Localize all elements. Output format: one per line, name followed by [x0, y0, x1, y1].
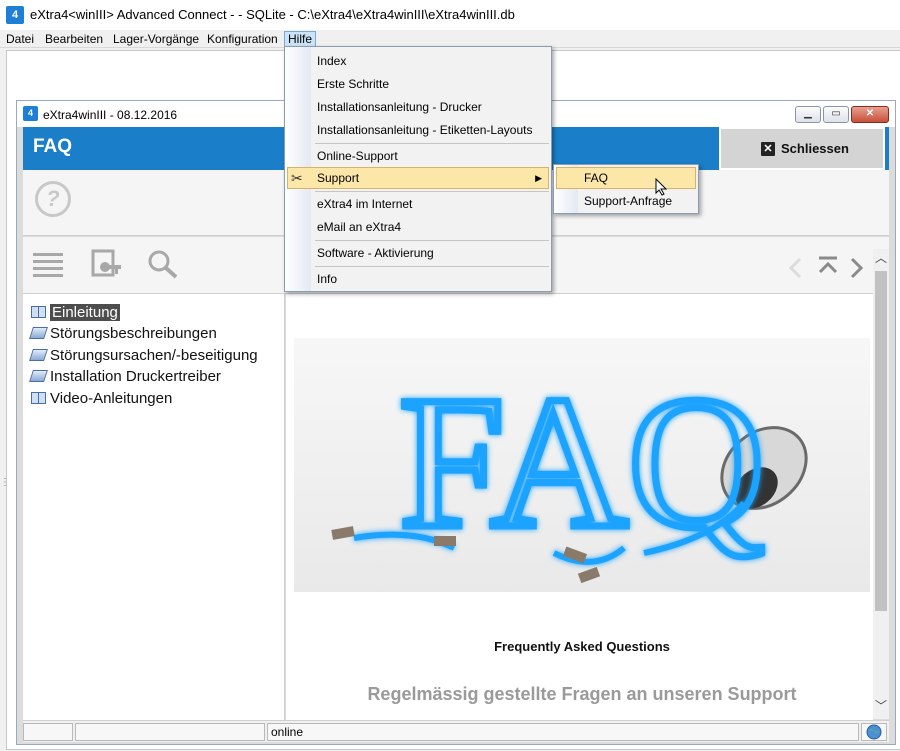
- menu-item-info[interactable]: Info: [287, 268, 549, 290]
- faq-neon-image: FAQ: [294, 338, 870, 592]
- menu-hilfe[interactable]: Hilfe: [284, 31, 317, 47]
- tree-item-label: Störungsbeschreibungen: [50, 325, 217, 342]
- status-connection: online: [267, 723, 859, 741]
- menu-item-installation-etiketten[interactable]: Installationsanleitung - Etiketten-Layou…: [287, 119, 549, 141]
- tree-item-label: Video-Anleitungen: [50, 390, 173, 407]
- tree-item-label: Einleitung: [50, 304, 120, 321]
- open-book-icon: [31, 306, 46, 318]
- open-book-icon: [31, 392, 46, 404]
- support-submenu: FAQ Support-Anfrage: [553, 164, 699, 214]
- submenu-item-faq[interactable]: FAQ: [556, 167, 696, 189]
- splitter-grip-icon[interactable]: ⋮: [0, 478, 10, 500]
- close-x-icon: ✕: [761, 142, 775, 156]
- extra4-window-icon: 4: [23, 106, 38, 121]
- menu-datei[interactable]: Datei: [3, 31, 37, 47]
- menu-item-installation-drucker[interactable]: Installationsanleitung - Drucker: [287, 96, 549, 118]
- menu-separator: [315, 191, 549, 192]
- status-cell-1: [23, 723, 73, 741]
- menu-separator: [315, 266, 549, 267]
- submenu-item-support-anfrage[interactable]: Support-Anfrage: [556, 190, 696, 212]
- key-document-icon[interactable]: [91, 249, 123, 279]
- app-title: eXtra4<winIII> Advanced Connect - - SQLi…: [30, 7, 515, 22]
- globe-icon[interactable]: [861, 723, 887, 741]
- statusbar: online: [23, 720, 889, 742]
- tree-item-stoerungsbeschreibungen[interactable]: Störungsbeschreibungen: [29, 325, 217, 345]
- scroll-down-icon[interactable]: ﹀: [875, 697, 887, 714]
- faq-caption: Frequently Asked Questions: [494, 639, 670, 654]
- menu-item-support-label: Support: [317, 171, 360, 185]
- tree-item-stoerungsursachen[interactable]: Störungsursachen/-beseitigung: [29, 347, 258, 367]
- menu-item-aktivierung[interactable]: Software - Aktivierung: [287, 242, 549, 264]
- menu-item-extra4-internet[interactable]: eXtra4 im Internet: [287, 193, 549, 215]
- minimize-button[interactable]: ▁: [795, 106, 821, 123]
- scroll-thumb[interactable]: [875, 271, 887, 611]
- closed-book-icon: [29, 327, 48, 339]
- hilfe-dropdown-menu: Index Erste Schritte Installationsanleit…: [284, 46, 552, 292]
- next-icon[interactable]: [849, 257, 865, 279]
- search-icon[interactable]: [147, 249, 179, 279]
- tools-icon: ✂: [291, 170, 303, 186]
- scroll-up-icon[interactable]: ︿: [875, 249, 887, 266]
- page-title: FAQ: [33, 136, 73, 157]
- minimize-icon: ▁: [804, 108, 812, 119]
- menu-lager-vorgaenge[interactable]: Lager-Vorgänge: [110, 31, 202, 47]
- menu-item-email[interactable]: eMail an eXtra4: [287, 216, 549, 238]
- faq-tree: Einleitung Störungsbeschreibungen Störun…: [23, 294, 285, 720]
- menu-separator: [315, 240, 549, 241]
- tree-item-einleitung[interactable]: Einleitung: [31, 304, 120, 324]
- schliessen-label: Schliessen: [781, 141, 849, 156]
- schliessen-button[interactable]: ✕ Schliessen: [719, 127, 885, 170]
- menu-item-online-support[interactable]: Online-Support: [287, 145, 549, 167]
- window-close-button[interactable]: ✕: [851, 106, 889, 123]
- extra4-app-icon: 4: [6, 6, 24, 24]
- menu-item-erste-schritte[interactable]: Erste Schritte: [287, 73, 549, 95]
- list-icon[interactable]: [33, 251, 63, 277]
- content-scrollbar[interactable]: ︿ ﹀: [873, 249, 889, 719]
- faq-subtitle: Regelmässig gestellte Fragen an unseren …: [367, 684, 797, 704]
- menu-bearbeiten[interactable]: Bearbeiten: [42, 31, 106, 47]
- close-icon: ✕: [865, 108, 875, 119]
- menu-item-support[interactable]: ✂ Support ▶: [287, 167, 549, 189]
- tree-item-label: Störungsursachen/-beseitigung: [50, 347, 258, 364]
- maximize-button[interactable]: ▭: [823, 106, 849, 123]
- faq-window-title: eXtra4winIII - 08.12.2016: [43, 108, 178, 122]
- closed-book-icon: [29, 349, 48, 361]
- app-titlebar: 4 eXtra4<winIII> Advanced Connect - - SQ…: [0, 0, 900, 30]
- faq-content: FAQ Frequently Asked Questions Regelmäss…: [286, 294, 873, 720]
- tree-item-label: Installation Druckertreiber: [50, 368, 221, 385]
- menu-item-index[interactable]: Index: [287, 50, 549, 72]
- maximize-icon: ▭: [831, 108, 841, 119]
- top-icon[interactable]: [817, 255, 839, 277]
- page-navigation: [787, 251, 877, 281]
- mouse-cursor-icon: [655, 178, 668, 196]
- menu-konfiguration[interactable]: Konfiguration: [204, 31, 281, 47]
- closed-book-icon: [29, 370, 48, 382]
- menu-separator: [315, 143, 549, 144]
- submenu-arrow-icon: ▶: [535, 173, 542, 183]
- help-icon[interactable]: ?: [35, 181, 71, 217]
- tree-item-installation-druckertreiber[interactable]: Installation Druckertreiber: [29, 368, 221, 388]
- previous-icon[interactable]: [787, 257, 803, 279]
- tree-item-video-anleitungen[interactable]: Video-Anleitungen: [31, 390, 172, 410]
- status-cell-2: [75, 723, 265, 741]
